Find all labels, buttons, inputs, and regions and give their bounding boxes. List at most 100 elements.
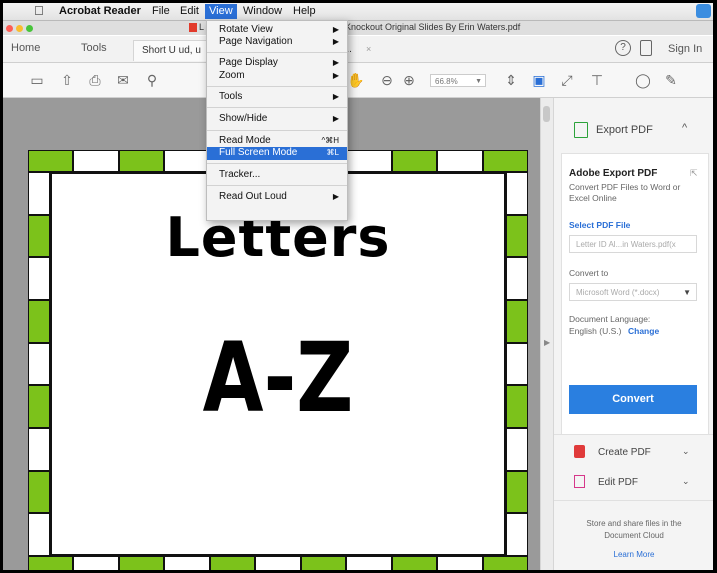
menu-help[interactable]: Help: [289, 4, 320, 19]
title-fragment: L: [199, 22, 205, 32]
learn-more-link[interactable]: Learn More: [554, 550, 713, 559]
vertical-scrollbar[interactable]: ▶: [540, 98, 553, 570]
border-tile: [28, 556, 74, 570]
stamp-icon[interactable]: ⊤: [589, 72, 605, 88]
edit-pdf-item[interactable]: Edit PDF ⌄: [554, 468, 713, 496]
border-tile: [506, 428, 528, 471]
border-tile: [391, 556, 438, 570]
zoom-in-icon[interactable]: ⊕: [401, 72, 417, 88]
border-tile: [118, 150, 165, 172]
submenu-arrow-icon: ▶: [332, 71, 339, 80]
zoom-window-icon[interactable]: [26, 25, 33, 32]
menu-edit[interactable]: Edit: [176, 4, 203, 19]
window-title: se Knockout Original Slides By Erin Wate…: [333, 22, 521, 32]
menu-separator: [207, 185, 347, 186]
menu-item-label: Read Mode: [219, 135, 271, 146]
scroll-mode-icon[interactable]: ▣: [531, 72, 547, 88]
menu-file[interactable]: File: [148, 4, 174, 19]
submenu-arrow-icon: ▶: [332, 37, 339, 46]
export-pdf-label: Export PDF: [596, 124, 653, 136]
border-tile: [28, 342, 50, 386]
menu-item-read-mode[interactable]: Read Mode ^⌘H: [207, 135, 347, 147]
menu-item-rotate-view[interactable]: Rotate View ▶: [207, 24, 347, 36]
pdf-file-icon: [189, 23, 197, 32]
select-pdf-file-link[interactable]: Select PDF File: [569, 220, 630, 230]
minimize-window-icon[interactable]: [16, 25, 23, 32]
menu-item-page-display[interactable]: Page Display ▶: [207, 57, 347, 69]
convert-button[interactable]: Convert: [569, 385, 697, 414]
border-tile: [506, 513, 528, 557]
edit-pdf-icon: [574, 475, 585, 488]
selected-file-field[interactable]: Letter ID Al...in Waters.pdf(x: [569, 235, 697, 253]
tab-bar: Home Tools Short U ud, u a... × ? Sign I…: [3, 36, 713, 63]
chevron-up-icon[interactable]: ^: [682, 122, 687, 134]
border-tile: [28, 513, 50, 557]
search-icon[interactable]: ⚲: [144, 72, 160, 88]
border-tile: [28, 470, 50, 514]
app-menu[interactable]: Acrobat Reader: [55, 4, 145, 19]
format-select[interactable]: Microsoft Word (*.docx) ▼: [569, 283, 697, 301]
apple-menu-icon[interactable]: : [30, 3, 48, 18]
create-pdf-item[interactable]: Create PDF ⌄: [554, 438, 713, 466]
menu-window[interactable]: Window: [239, 4, 286, 19]
border-tile: [118, 556, 165, 570]
collapse-icon[interactable]: ⇱: [690, 168, 698, 179]
border-tile: [209, 556, 256, 570]
menu-item-page-navigation[interactable]: Page Navigation ▶: [207, 36, 347, 48]
border-tile: [28, 150, 74, 172]
document-icon[interactable]: [640, 40, 652, 56]
slide-subtitle: A-Z: [202, 322, 354, 434]
border-tile: [28, 385, 50, 429]
hand-icon[interactable]: ✋: [347, 72, 364, 88]
save-icon[interactable]: ▭: [29, 72, 45, 88]
cloud-promo-text: Store and share files in the Document Cl…: [586, 519, 682, 540]
chevron-down-icon: ▼: [683, 288, 691, 297]
change-language-link[interactable]: Change: [628, 326, 659, 336]
menu-view[interactable]: View: [205, 4, 237, 19]
export-pdf-icon: [574, 122, 588, 138]
menu-item-show-hide[interactable]: Show/Hide ▶: [207, 113, 347, 125]
sign-in-link[interactable]: Sign In: [668, 43, 702, 55]
close-window-icon[interactable]: [6, 25, 13, 32]
close-tab-icon[interactable]: ×: [366, 44, 371, 54]
chevron-down-icon: ⌄: [682, 446, 690, 456]
upload-icon[interactable]: ⇧: [59, 72, 75, 88]
panel-collapse-icon[interactable]: ▶: [544, 338, 550, 347]
menu-item-full-screen-mode[interactable]: Full Screen Mode ⌘L: [207, 147, 347, 160]
fit-page-icon[interactable]: ⇕: [503, 72, 519, 88]
menu-item-label: Read Out Loud: [219, 191, 287, 202]
menu-item-zoom[interactable]: Zoom ▶: [207, 70, 347, 82]
format-value: Microsoft Word (*.docx): [576, 288, 660, 297]
tab-tools[interactable]: Tools: [81, 42, 107, 54]
border-tile: [255, 556, 301, 570]
export-pdf-header[interactable]: Export PDF ^: [554, 98, 713, 150]
menu-item-read-out-loud[interactable]: Read Out Loud ▶: [207, 191, 347, 203]
menu-separator: [207, 163, 347, 164]
border-tile: [73, 150, 119, 172]
help-icon[interactable]: ?: [615, 40, 631, 56]
border-tile: [391, 150, 438, 172]
border-tile: [300, 556, 347, 570]
create-pdf-icon: [574, 445, 585, 458]
scrollbar-thumb[interactable]: [543, 106, 550, 122]
submenu-arrow-icon: ▶: [332, 58, 339, 67]
status-icon[interactable]: [696, 4, 711, 18]
email-icon[interactable]: ✉: [115, 72, 131, 88]
border-tile: [164, 150, 210, 172]
zoom-out-icon[interactable]: ⊖: [379, 72, 395, 88]
zoom-select[interactable]: 66.8% ▼: [430, 74, 486, 87]
sign-icon[interactable]: ✎: [663, 72, 679, 88]
menu-item-tracker[interactable]: Tracker...: [207, 169, 347, 181]
border-tile: [506, 385, 528, 429]
border-tile: [73, 556, 119, 570]
submenu-arrow-icon: ▶: [332, 192, 339, 201]
border-tile: [164, 556, 210, 570]
comment-icon[interactable]: ◯: [635, 72, 651, 88]
tab-document[interactable]: Short U ud, u: [133, 40, 213, 61]
tab-home[interactable]: Home: [11, 42, 40, 54]
chevron-down-icon: ▼: [475, 78, 482, 85]
print-icon[interactable]: ⎙: [87, 72, 103, 88]
full-screen-icon[interactable]: ⤢: [559, 72, 575, 88]
view-menu-dropdown: Rotate View ▶ Page Navigation ▶ Page Displ…: [206, 20, 348, 221]
menu-item-tools[interactable]: Tools ▶: [207, 91, 347, 103]
